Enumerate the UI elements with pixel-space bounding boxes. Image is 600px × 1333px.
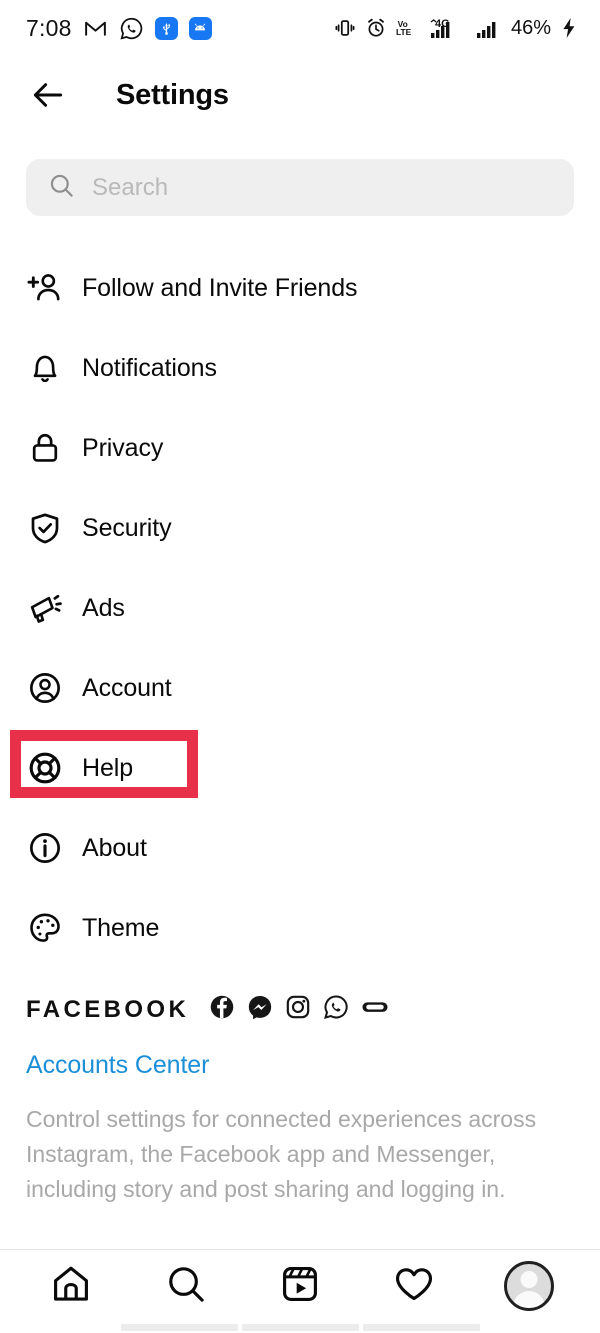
signal-bars-icon [476,16,502,40]
gesture-bar-segment [120,1324,238,1331]
shield-check-icon [26,509,64,547]
whatsapp-icon [119,16,144,41]
home-icon [50,1263,92,1310]
person-circle-icon [26,669,64,707]
menu-item-label: Help [82,753,134,782]
lock-icon [26,429,64,467]
accounts-center-link[interactable]: Accounts Center [26,1051,209,1080]
nav-reels-button[interactable] [264,1255,336,1317]
facebook-heading-row: FACEBOOK [26,994,574,1025]
settings-menu: Follow and Invite Friends Notifications … [0,216,600,968]
alarm-icon [365,17,387,39]
bottom-navigation [0,1250,600,1322]
facebook-description: Control settings for connected experienc… [26,1106,537,1202]
menu-item-label: About [82,833,147,862]
nav-home-button[interactable] [35,1255,107,1317]
menu-item-label: Security [82,513,172,542]
add-person-icon [26,269,64,307]
svg-text:LTE: LTE [396,27,412,37]
menu-item-label: Notifications [82,353,217,382]
menu-item-label: Privacy [82,433,164,462]
back-arrow-icon [33,83,63,107]
menu-item-theme[interactable]: Theme [0,888,600,968]
bell-icon [26,349,64,387]
status-bar: 7:08 Vo LTE 4G 46% [0,0,600,56]
gesture-bar-segment [362,1324,480,1331]
battery-percent: 46% [510,16,551,39]
nav-activity-button[interactable] [378,1255,450,1317]
reels-icon [279,1263,321,1310]
phone-screen: 7:08 Vo LTE 4G 46% Settings Search Follo… [0,0,600,1333]
facebook-heading: FACEBOOK [26,995,190,1023]
menu-item-label: Follow and Invite Friends [82,273,358,302]
charging-bolt-icon [560,17,578,39]
menu-item-about[interactable]: About [0,808,600,888]
menu-item-ads[interactable]: Ads [0,568,600,648]
status-bar-left: 7:08 [26,15,212,42]
whatsapp-icon [323,994,349,1025]
menu-item-security[interactable]: Security [0,488,600,568]
info-circle-icon [26,829,64,867]
menu-item-label: Account [82,673,172,702]
search-placeholder: Search [92,173,169,201]
volte-icon: Vo LTE [396,17,420,39]
search-icon [165,1263,207,1310]
vibrate-icon [334,17,356,39]
search-icon [48,172,75,204]
page-title: Settings [116,78,229,111]
messenger-icon [247,994,273,1025]
menu-item-label: Theme [82,913,160,942]
menu-item-notifications[interactable]: Notifications [0,328,600,408]
menu-item-help[interactable]: Help [0,728,600,808]
lifebuoy-icon [26,749,64,787]
back-button[interactable] [26,73,70,117]
search-section: Search [0,134,600,216]
status-time: 7:08 [26,14,72,41]
menu-item-follow-and-invite-friends[interactable]: Follow and Invite Friends [0,248,600,328]
facebook-section: FACEBOOK Accounts Center Control setting… [0,968,600,1207]
android-icon [188,16,212,40]
gesture-bar [0,1322,600,1333]
app-header: Settings [0,56,600,134]
oculus-icon [361,994,389,1025]
usb-icon [154,16,178,40]
menu-item-privacy[interactable]: Privacy [0,408,600,488]
facebook-brand-icons [209,994,389,1025]
menu-item-label: Ads [82,593,125,622]
megaphone-icon [26,589,64,627]
palette-icon [26,909,64,947]
nav-search-button[interactable] [150,1255,222,1317]
facebook-icon [209,994,235,1025]
nav-profile-button[interactable] [493,1255,565,1317]
heart-icon [393,1263,435,1310]
gesture-bar-segment [241,1324,359,1331]
search-input[interactable]: Search [26,159,574,216]
instagram-icon [285,994,311,1025]
menu-item-account[interactable]: Account [0,648,600,728]
avatar [503,1261,554,1311]
gmail-icon [83,16,108,41]
status-bar-right: Vo LTE 4G 46% [334,16,578,40]
signal-4g-icon: 4G [429,16,467,40]
